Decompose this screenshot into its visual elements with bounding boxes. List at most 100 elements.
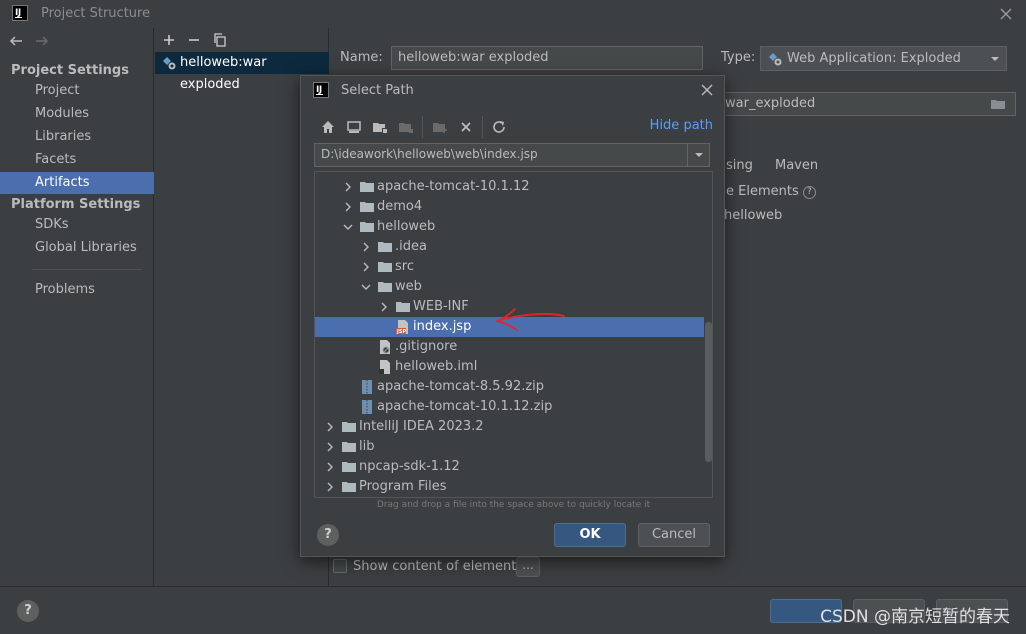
tree-row[interactable]: IntelliJ IDEA 2023.2 xyxy=(315,417,712,437)
scrollbar-thumb[interactable] xyxy=(705,322,712,462)
zip-icon xyxy=(362,400,372,414)
file-tree[interactable]: apache-tomcat-10.1.12 demo4 helloweb .idea s… xyxy=(314,171,713,498)
tree-row-label: demo4 xyxy=(377,199,423,214)
toolbar-separator xyxy=(422,116,423,138)
type-select[interactable]: Web Application: Exploded xyxy=(760,46,1007,71)
hide-path-link[interactable]: Hide path xyxy=(650,118,713,133)
remove-icon[interactable] xyxy=(186,32,202,48)
cancel-button[interactable]: Cancel xyxy=(638,523,710,547)
tree-row[interactable]: apache-tomcat-10.1.12.zip xyxy=(315,397,712,417)
jsp-icon: JSP xyxy=(396,320,408,335)
delete-icon[interactable] xyxy=(458,119,474,135)
refresh-icon[interactable] xyxy=(491,119,507,135)
nav-item-artifacts[interactable]: Artifacts xyxy=(0,172,154,194)
nav-item-libraries[interactable]: Libraries xyxy=(0,126,154,148)
artifact-list-item[interactable]: helloweb:war exploded xyxy=(155,52,329,92)
tree-row[interactable]: apache-tomcat-8.5.92.zip xyxy=(315,377,712,397)
window-title: Project Structure xyxy=(41,6,151,21)
tree-row-label: WEB-INF xyxy=(413,299,469,314)
project-settings-header: Project Settings xyxy=(11,63,129,78)
chevron-right-icon[interactable] xyxy=(361,262,371,272)
nav-item-facets[interactable]: Facets xyxy=(0,149,154,171)
tree-row[interactable]: .idea xyxy=(315,237,712,257)
project-folder-icon[interactable] xyxy=(372,119,388,135)
tree-row[interactable]: Program Files xyxy=(315,477,712,497)
ok-button[interactable]: OK xyxy=(554,523,626,547)
show-content-label: Show content of elements xyxy=(353,559,524,574)
dialog-help-button[interactable]: ? xyxy=(317,524,339,546)
home-icon[interactable] xyxy=(320,119,336,135)
tree-row[interactable]: helloweb xyxy=(315,217,712,237)
chevron-right-icon[interactable] xyxy=(379,302,389,312)
forward-arrow-icon[interactable] xyxy=(34,33,50,49)
elements-tree-item[interactable]: helloweb xyxy=(724,208,782,223)
folder-browse-icon[interactable] xyxy=(990,96,1006,112)
chevron-right-icon[interactable] xyxy=(325,462,335,472)
chevron-right-icon[interactable] xyxy=(343,182,353,192)
tree-row-label: index.jsp xyxy=(413,319,472,334)
tab-maven[interactable]: Maven xyxy=(775,158,818,173)
intellij-logo-icon: IJ xyxy=(12,5,28,21)
tree-row[interactable]: web xyxy=(315,277,712,297)
chevron-right-icon[interactable] xyxy=(325,422,335,432)
available-elements-label: e Elements ? xyxy=(726,184,816,199)
svg-text:JSP: JSP xyxy=(396,329,406,335)
name-input[interactable]: helloweb:war exploded xyxy=(391,46,703,70)
folder-icon xyxy=(342,462,356,472)
toolbar-separator xyxy=(482,116,483,138)
path-history-dropdown[interactable] xyxy=(687,144,709,166)
add-icon[interactable] xyxy=(161,32,177,48)
show-content-checkbox[interactable] xyxy=(333,559,347,573)
desktop-icon[interactable] xyxy=(346,119,362,135)
tree-row-label: web xyxy=(395,279,422,294)
close-icon[interactable] xyxy=(998,6,1014,22)
folder-icon xyxy=(378,262,392,272)
tree-row[interactable]: lib xyxy=(315,437,712,457)
chevron-down-icon[interactable] xyxy=(343,222,353,232)
nav-item-modules[interactable]: Modules xyxy=(0,103,154,125)
tree-row[interactable]: demo4 xyxy=(315,197,712,217)
tree-row[interactable]: helloweb.iml xyxy=(315,357,712,377)
drag-drop-hint: Drag and drop a file into the space abov… xyxy=(376,500,651,510)
folder-icon xyxy=(378,282,392,292)
zip-icon xyxy=(362,380,372,394)
copy-icon[interactable] xyxy=(212,32,228,48)
chevron-right-icon[interactable] xyxy=(361,242,371,252)
tree-row-label: Program Files xyxy=(359,479,447,494)
tree-row-label: src xyxy=(395,259,414,274)
artifact-item-label: helloweb:war exploded xyxy=(180,55,267,92)
nav-item-sdks[interactable]: SDKs xyxy=(0,214,154,236)
tree-row-label: .gitignore xyxy=(395,339,458,354)
folder-icon xyxy=(342,442,356,452)
tree-row[interactable]: npcap-sdk-1.12 xyxy=(315,457,712,477)
tree-row-label: helloweb xyxy=(377,219,436,234)
chevron-right-icon[interactable] xyxy=(325,442,335,452)
tree-row[interactable]: apache-tomcat-10.1.12 xyxy=(315,177,712,197)
chevron-right-icon[interactable] xyxy=(325,482,335,492)
tree-row-label: apache-tomcat-8.5.92.zip xyxy=(377,379,545,394)
back-arrow-icon[interactable] xyxy=(8,33,24,49)
chevron-right-icon[interactable] xyxy=(343,202,353,212)
nav-item-project[interactable]: Project xyxy=(0,80,154,102)
help-icon[interactable]: ? xyxy=(802,186,816,199)
settings-sidebar: Project Settings Project Modules Librari… xyxy=(0,28,154,586)
folder-icon xyxy=(360,202,374,212)
tree-row[interactable]: src xyxy=(315,257,712,277)
more-button[interactable]: ... xyxy=(516,557,540,577)
nav-item-problems[interactable]: Problems xyxy=(0,279,154,301)
name-label: Name: xyxy=(340,50,383,65)
path-input[interactable]: D:\ideawork\helloweb\web\index.jsp xyxy=(314,143,710,167)
folder-icon xyxy=(342,482,356,492)
tree-row[interactable]: .gitignore xyxy=(315,337,712,357)
help-button[interactable]: ? xyxy=(17,600,39,622)
output-directory-input[interactable]: war_exploded xyxy=(700,92,1016,116)
chevron-down-icon[interactable] xyxy=(361,282,371,292)
folder-icon xyxy=(396,302,410,312)
intellij-logo-icon: IJ xyxy=(313,82,329,98)
dialog-close-icon[interactable] xyxy=(700,83,714,97)
nav-item-global-libraries[interactable]: Global Libraries xyxy=(0,237,154,259)
folder-icon xyxy=(342,422,356,432)
folder-icon xyxy=(360,182,374,192)
tree-row-label: IntelliJ IDEA 2023.2 xyxy=(359,419,484,434)
tab-fragment[interactable]: sing xyxy=(726,158,753,173)
